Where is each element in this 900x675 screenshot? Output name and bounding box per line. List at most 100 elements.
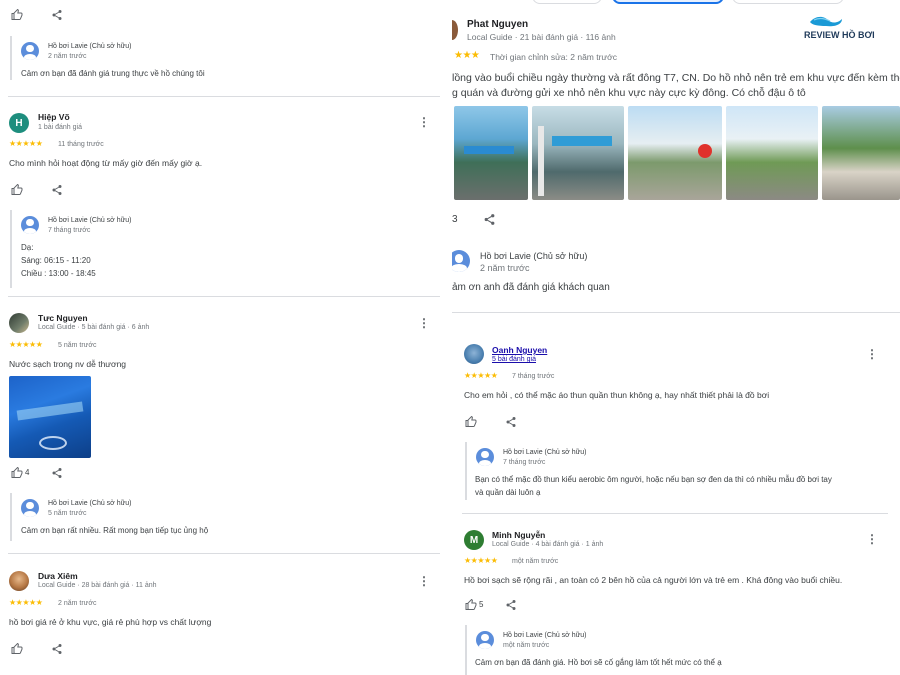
- more-options-button[interactable]: ⋮: [418, 575, 430, 587]
- more-options-button[interactable]: ⋮: [418, 317, 430, 329]
- reviewer-name[interactable]: Dưa Xiêm: [38, 571, 78, 581]
- share-icon: [506, 417, 516, 427]
- review-text: Hồ bơi sạch sẽ rộng rãi , an toàn có 2 b…: [464, 575, 843, 585]
- reviewer-avatar[interactable]: [9, 571, 29, 591]
- reply-indicator: [10, 36, 12, 80]
- owner-name: Hồ bơi Lavie (Chủ sở hữu): [48, 217, 132, 224]
- owner-avatar: [21, 216, 39, 234]
- reply-indicator: [465, 625, 467, 675]
- review-photo[interactable]: [532, 106, 624, 200]
- review-text-line: g quán và đường gửi xe nhỏ nên khu vực n…: [452, 87, 806, 99]
- filter-chip[interactable]: [732, 0, 844, 4]
- reply-indicator: [10, 210, 12, 288]
- share-button[interactable]: [504, 415, 518, 429]
- reply-text: Cảm ơn bạn rất nhiều. Rất mong bạn tiếp …: [21, 526, 209, 535]
- reviewer-avatar[interactable]: M: [464, 530, 484, 550]
- reply-text: ảm ơn anh đã đánh giá khách quan: [452, 282, 610, 293]
- reviewer-meta: 1 bài đánh giá: [38, 124, 82, 131]
- more-options-button[interactable]: ⋮: [866, 348, 878, 360]
- water-splash-icon: [810, 16, 842, 27]
- review-photo[interactable]: [628, 106, 722, 200]
- left-review-panel: Hồ bơi Lavie (Chủ sở hữu) 2 năm trước Cả…: [0, 0, 448, 675]
- more-vert-icon: ⋮: [418, 574, 430, 588]
- review-text: hồ bơi giá rẻ ở khu vực, giá rẻ phù hợp …: [9, 617, 212, 627]
- review-text: Cho mình hỏi hoạt động từ mấy giờ đến mấ…: [9, 158, 203, 168]
- reply-time: một năm trước: [503, 642, 550, 649]
- share-button[interactable]: [482, 212, 496, 226]
- share-button[interactable]: [50, 466, 64, 480]
- share-icon: [52, 10, 62, 20]
- reviewer-avatar[interactable]: [452, 20, 458, 40]
- like-button[interactable]: [464, 415, 478, 429]
- reviewer-name[interactable]: Minh Nguyễn: [492, 530, 545, 540]
- reviewer-avatar[interactable]: [464, 344, 484, 364]
- divider: [462, 513, 888, 514]
- owner-avatar: [21, 499, 39, 517]
- owner-avatar: [452, 250, 470, 272]
- reply-text-line: Bạn có thể mặc đồ thun kiểu aerobic ôm n…: [475, 475, 832, 484]
- reply-text-line: Chiều : 13:00 - 18:45: [21, 269, 96, 278]
- reviewer-avatar[interactable]: [9, 313, 29, 333]
- reply-time: 7 tháng trước: [503, 459, 546, 466]
- review-photo[interactable]: [726, 106, 818, 200]
- like-button[interactable]: [10, 466, 24, 480]
- reviewer-meta: Local Guide · 5 bài đánh giá · 6 ảnh: [38, 324, 150, 331]
- reviewer-avatar[interactable]: H: [9, 113, 29, 133]
- right-review-panel: REVIEW HỒ BƠI Phat Nguyen Local Guide · …: [452, 0, 900, 675]
- review-text: Cho em hỏi , có thể mặc áo thun quần thu…: [464, 390, 770, 400]
- share-button[interactable]: [50, 642, 64, 656]
- owner-name: Hồ bơi Lavie (Chủ sở hữu): [48, 500, 132, 507]
- rating-stars: ★★★★★: [9, 139, 43, 148]
- reply-text-line: và quần dài luôn ạ: [475, 488, 541, 497]
- rating-stars: ★★★★★: [464, 556, 498, 565]
- review-time: 5 năm trước: [58, 342, 97, 349]
- thumb-up-icon: [465, 599, 477, 610]
- like-button[interactable]: [10, 183, 24, 197]
- more-vert-icon: ⋮: [866, 532, 878, 546]
- thumb-up-icon: [11, 643, 23, 654]
- reply-text-line: Sáng: 06:15 - 11:20: [21, 256, 91, 265]
- reviewer-name[interactable]: Phat Nguyen: [467, 19, 528, 30]
- review-photo[interactable]: [454, 106, 528, 200]
- review-photo[interactable]: [9, 376, 91, 458]
- like-button[interactable]: [10, 8, 24, 22]
- owner-name: Hồ bơi Lavie (Chủ sở hữu): [503, 449, 587, 456]
- divider: [8, 553, 440, 554]
- more-vert-icon: ⋮: [418, 316, 430, 330]
- logo-text: REVIEW HỒ BƠI: [804, 30, 875, 40]
- reviewer-meta[interactable]: 5 bài đánh giá: [492, 356, 536, 363]
- more-options-button[interactable]: ⋮: [418, 116, 430, 128]
- thumb-up-icon: [11, 467, 23, 478]
- reviewer-meta: Local Guide · 21 bài đánh giá · 116 ảnh: [467, 32, 616, 42]
- rating-stars: ★★★: [454, 50, 480, 61]
- like-button[interactable]: [10, 642, 24, 656]
- reply-text-line: Dạ:: [21, 243, 34, 252]
- share-icon: [506, 600, 516, 610]
- review-time: một năm trước: [512, 558, 559, 565]
- review-ho-boi-logo: [808, 14, 844, 28]
- like-count: 3: [452, 214, 458, 225]
- share-button[interactable]: [50, 183, 64, 197]
- thumb-up-icon: [11, 9, 23, 20]
- more-vert-icon: ⋮: [866, 347, 878, 361]
- rating-stars: ★★★★★: [9, 340, 43, 349]
- share-button[interactable]: [50, 8, 64, 22]
- filter-chip[interactable]: [532, 0, 602, 4]
- reviewer-name[interactable]: Hiệp Võ: [38, 112, 70, 122]
- reviewer-name[interactable]: Oanh Nguyen: [492, 345, 547, 355]
- share-icon: [484, 213, 494, 225]
- reply-time: 5 năm trước: [48, 510, 87, 517]
- filter-chip-selected[interactable]: [612, 0, 724, 4]
- thumb-up-icon: [11, 184, 23, 195]
- review-photo[interactable]: [822, 106, 900, 200]
- reply-indicator: [465, 442, 467, 500]
- like-button[interactable]: [464, 598, 478, 612]
- reviewer-name[interactable]: Tưc Nguyen: [38, 313, 88, 323]
- reply-time: 7 tháng trước: [48, 227, 91, 234]
- owner-name: Hồ bơi Lavie (Chủ sở hữu): [480, 251, 588, 261]
- like-count: 4: [25, 468, 30, 477]
- share-button[interactable]: [504, 598, 518, 612]
- edited-time: Thời gian chỉnh sửa: 2 năm trước: [490, 52, 617, 62]
- more-options-button[interactable]: ⋮: [866, 533, 878, 545]
- owner-name: Hồ bơi Lavie (Chủ sở hữu): [48, 43, 132, 50]
